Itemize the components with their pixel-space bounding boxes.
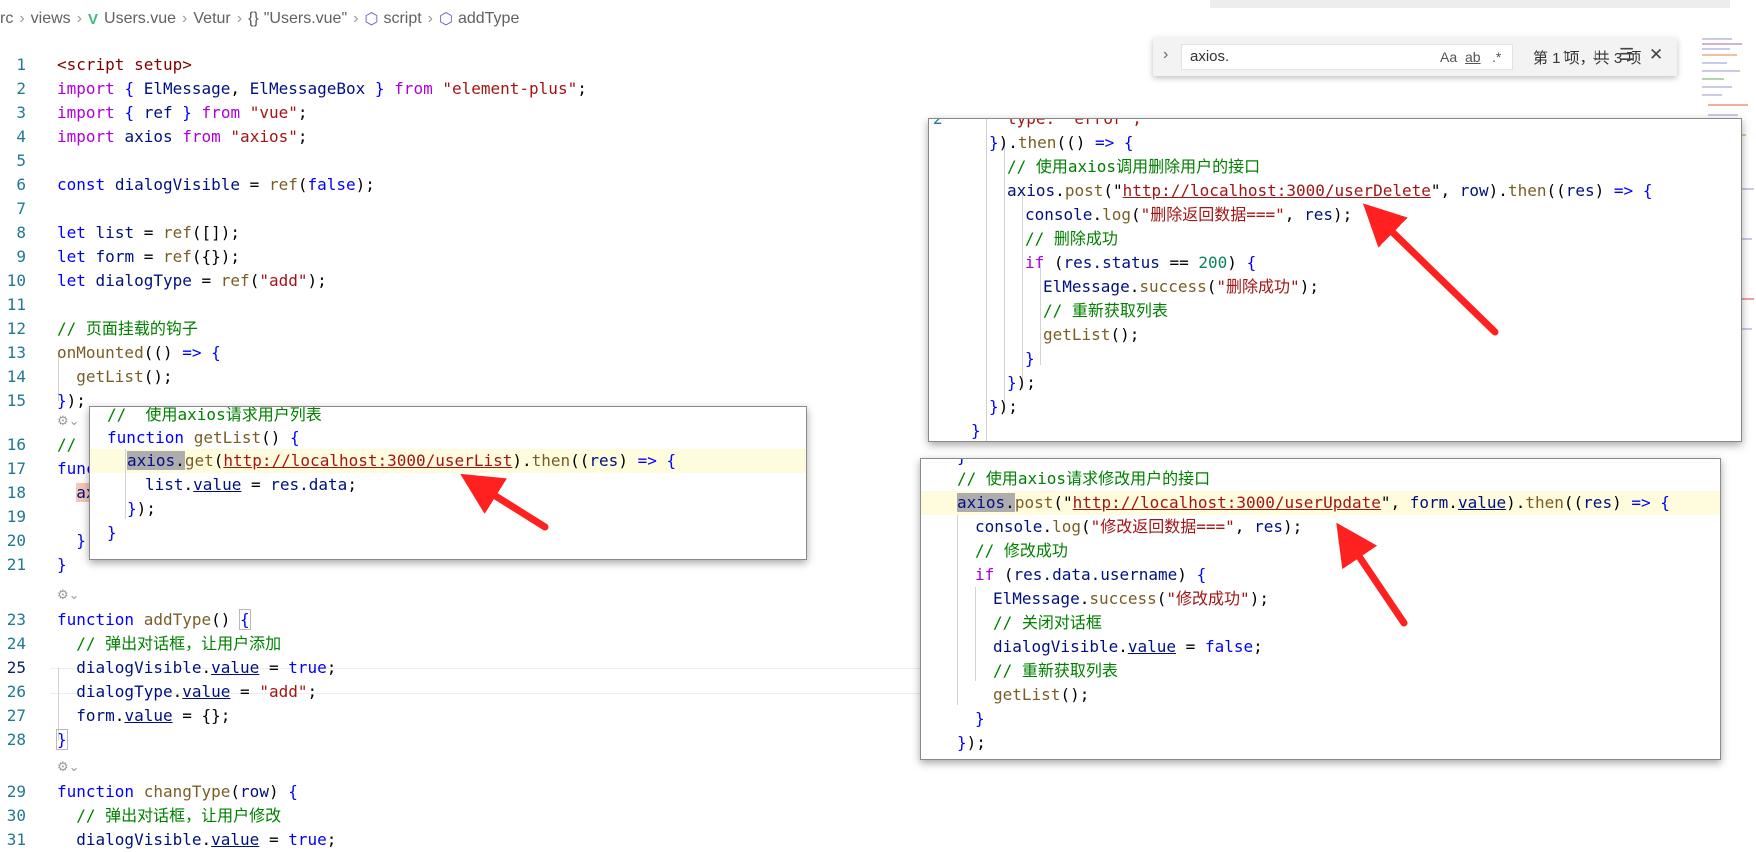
annotation-arrow	[1362, 203, 1499, 336]
annotation-arrow	[460, 473, 549, 531]
annotation-arrow	[1336, 522, 1408, 627]
annotation-arrows	[460, 203, 1499, 627]
